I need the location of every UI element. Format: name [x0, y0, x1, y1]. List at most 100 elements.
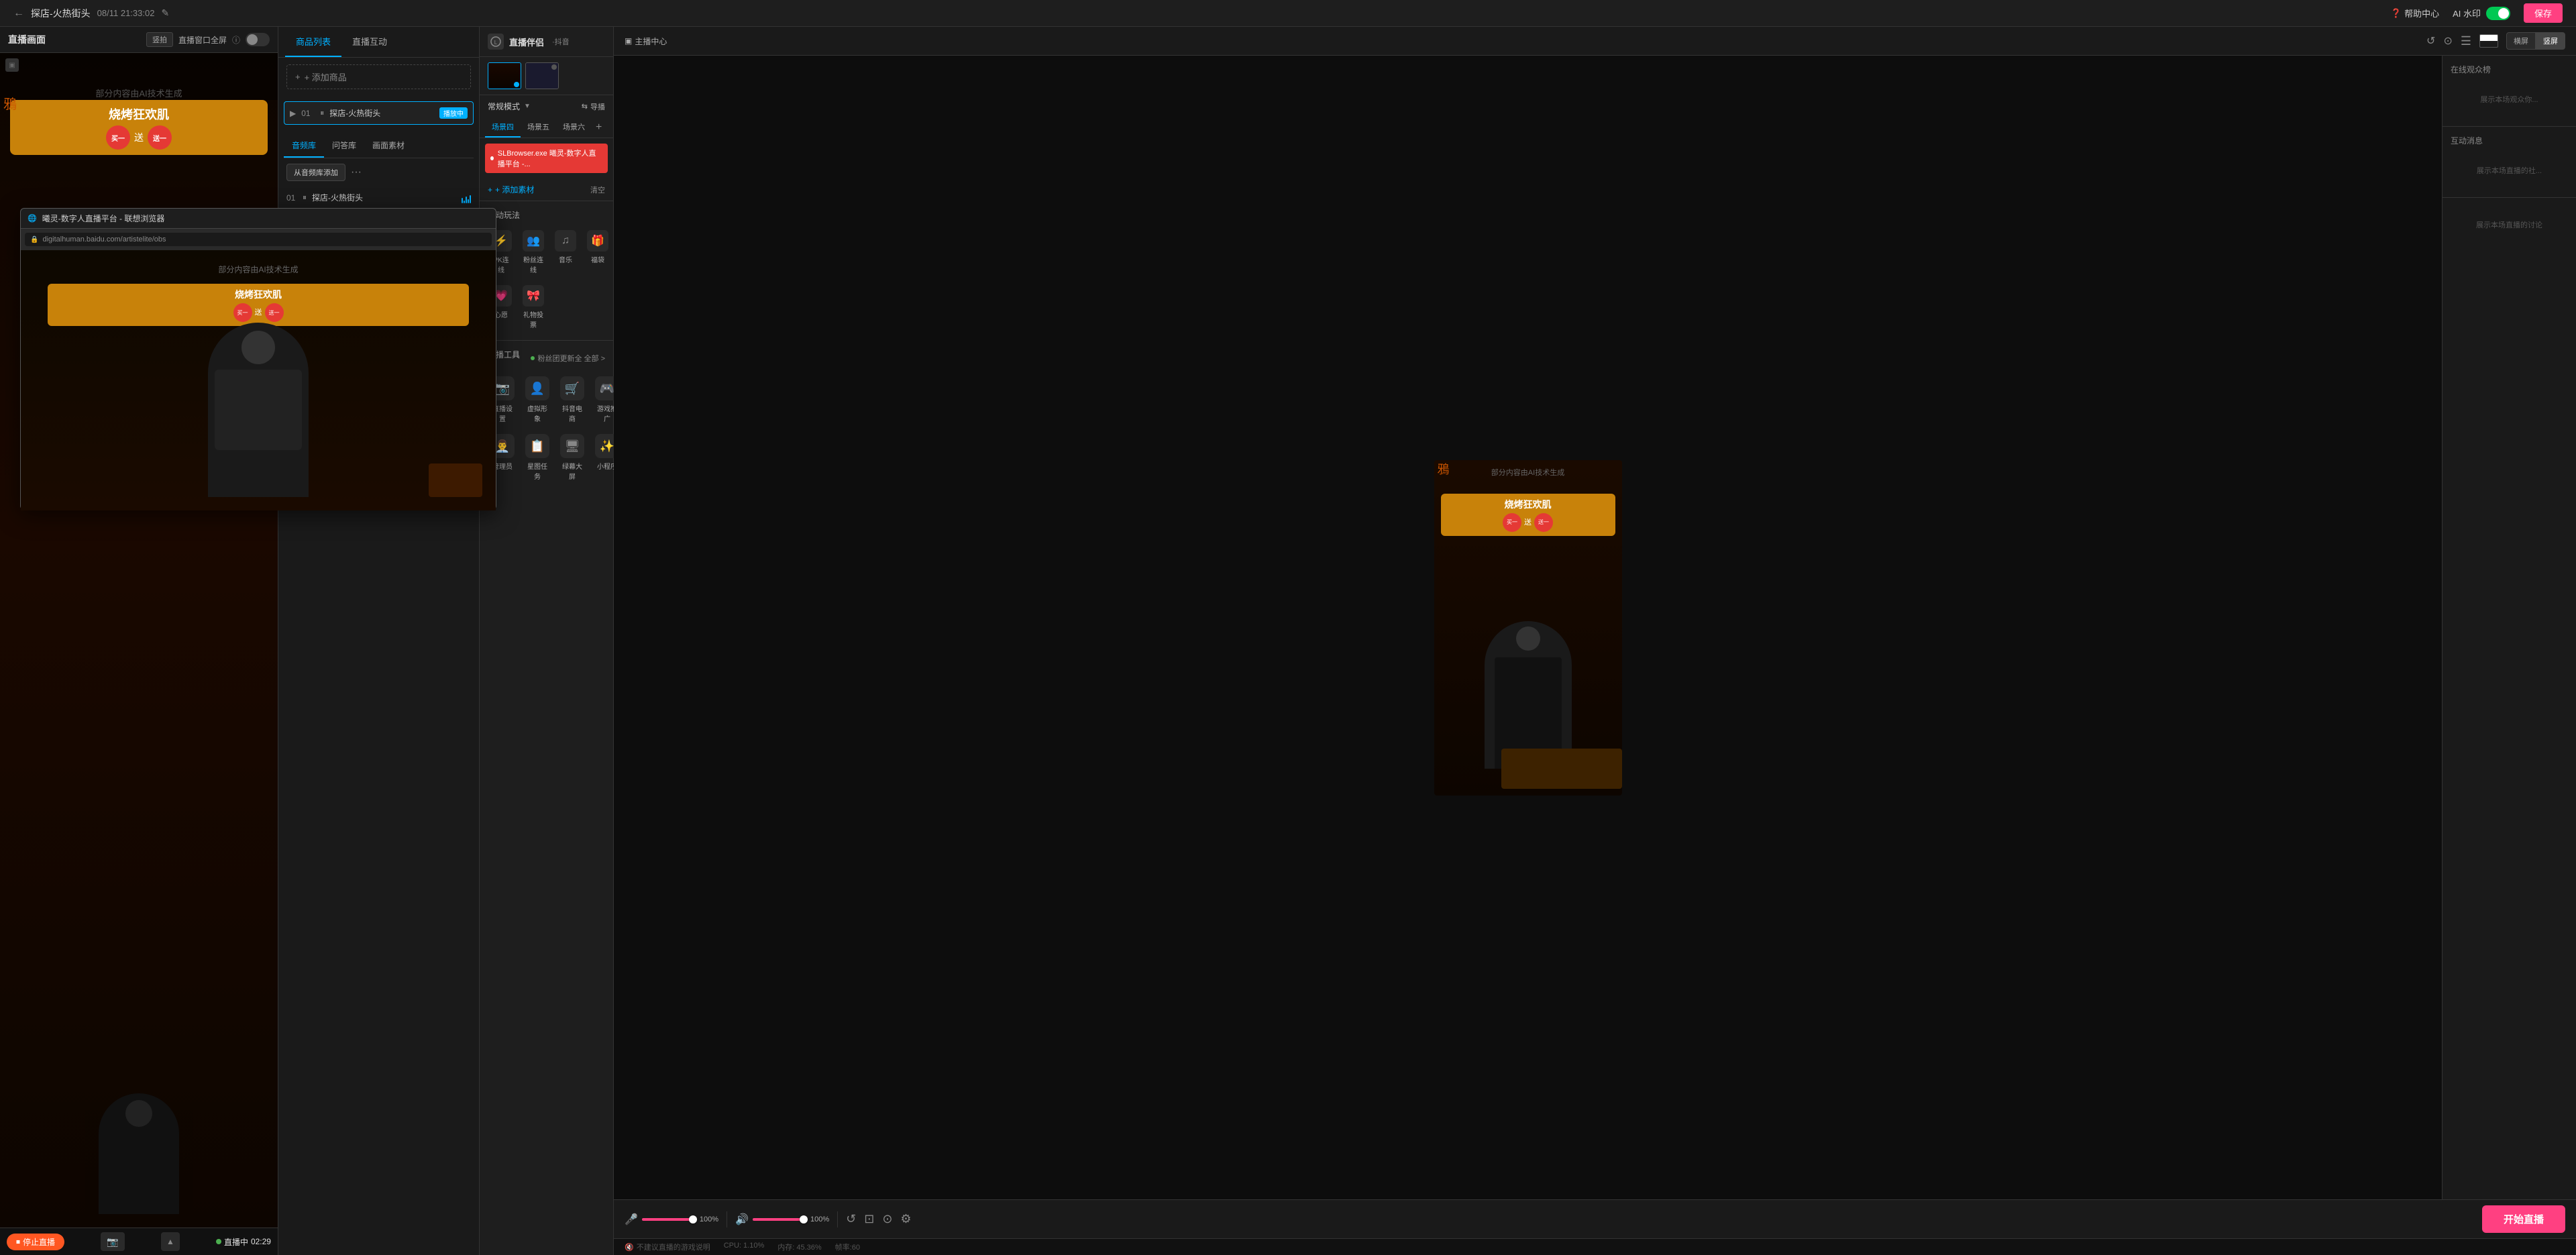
- audio-number: 01: [286, 193, 297, 203]
- left-panel-header: 直播画面 竖拍 直播窗口全屏 ⓘ: [0, 27, 278, 53]
- browser-content: 部分内容由AI技术生成 烧烤狂欢肌 买一 送 送一: [21, 250, 496, 510]
- camera-button[interactable]: 📷: [101, 1232, 125, 1251]
- play-icon[interactable]: ▶: [290, 109, 296, 118]
- right-panel: ▣ 主播中心 ↺ ⊙ ☰ 横屏 竖屏 部分内容由AI技术生成: [614, 27, 2576, 1255]
- browser-title: 曦灵-数字人直播平台 - 联想浏览器: [42, 213, 165, 224]
- method-vote[interactable]: 🎀 礼物投票: [520, 282, 547, 332]
- food-plate: [429, 463, 482, 497]
- tool-virtual-avatar[interactable]: 👤 虚拟形象: [523, 374, 552, 426]
- speaker-volume-slider[interactable]: [753, 1218, 806, 1221]
- companion-header: L 直播伴侣 ·抖音: [480, 27, 613, 57]
- tool-ecommerce[interactable]: 🛒 抖音电商: [557, 374, 587, 426]
- more-button[interactable]: ···: [351, 166, 362, 178]
- clear-button[interactable]: 清空: [590, 184, 605, 195]
- svg-text:L: L: [494, 40, 498, 46]
- top-bar-right: ❓ 帮助中心 AI 水印 保存: [2391, 3, 2563, 23]
- menu-icon[interactable]: ☰: [2461, 34, 2471, 48]
- refresh-stream-button[interactable]: ↺: [846, 1212, 856, 1226]
- edit-icon[interactable]: ✎: [161, 7, 169, 19]
- mic-icon[interactable]: 🎤: [625, 1213, 638, 1226]
- save-button[interactable]: 保存: [2524, 3, 2563, 23]
- scene-item[interactable]: ▶ 01 ⏸ 探店-火热街头 播放中: [284, 101, 474, 125]
- help-center-button[interactable]: ❓ 帮助中心: [2391, 7, 2439, 19]
- audio-pause-icon[interactable]: ⏸: [303, 193, 307, 203]
- scene-tab-6[interactable]: 场景六: [556, 117, 592, 138]
- right-content: 部分内容由AI技术生成 烧烤狂欢肌 买一 送 送一 鴉: [614, 56, 2576, 1199]
- speaker-section: 🔊 100%: [735, 1213, 829, 1226]
- vertical-view-btn[interactable]: 竖屏: [2536, 32, 2565, 50]
- right-header: ▣ 主播中心 ↺ ⊙ ☰ 横屏 竖屏: [614, 27, 2576, 56]
- more-settings-button[interactable]: ⚙: [900, 1212, 911, 1226]
- tab-interact[interactable]: 直播互动: [341, 27, 398, 57]
- audio-library-button[interactable]: 从音频库添加: [286, 164, 345, 181]
- pause-icon[interactable]: ⏸: [320, 108, 324, 118]
- warn-icon: 🔇: [625, 1243, 634, 1252]
- mode-selector: 常规模式 ▼ ⇆ 导播: [480, 95, 613, 117]
- dropdown-arrow[interactable]: ▼: [524, 103, 531, 110]
- food-plate-right: [1501, 749, 1622, 789]
- bottom-controls: 🎤 100% 🔊 100% ↺ ⊡ ⊙ ⚙ 开始直播: [614, 1199, 2576, 1238]
- discuss-note: 展示本场直播的讨论: [2451, 206, 2568, 243]
- companion-title: 直播伴侣: [509, 36, 544, 48]
- fullscreen-toggle[interactable]: [246, 33, 270, 46]
- wish-label: 心愿: [494, 309, 508, 319]
- tools-grid: 📷 直播设置 👤 虚拟形象 🛒 抖音电商 🎮 游戏推广 👨‍💼: [488, 374, 605, 484]
- browser-addressbar[interactable]: 🔒 digitalhuman.baidu.com/artistelite/obs: [25, 233, 492, 246]
- mic-volume-pct: 100%: [700, 1215, 718, 1223]
- speaker-icon[interactable]: 🔊: [735, 1213, 749, 1226]
- star-tasks-icon: 📋: [525, 434, 549, 458]
- method-fans[interactable]: 👥 粉丝连线: [520, 227, 547, 277]
- record-button[interactable]: ⊙: [882, 1212, 892, 1226]
- top-bar: ← 探店-火热街头 08/11 21:33:02 ✎ ❓ 帮助中心 AI 水印 …: [0, 0, 2576, 27]
- mic-volume-handle[interactable]: [689, 1215, 697, 1223]
- right-main-preview: 部分内容由AI技术生成 烧烤狂欢肌 买一 送 送一 鴉: [614, 56, 2442, 1199]
- tool-green-screen[interactable]: 🖥 绿幕大屏: [557, 431, 587, 484]
- back-button[interactable]: ←: [13, 7, 24, 19]
- browser-favicon: 🌐: [28, 214, 37, 223]
- stop-live-button[interactable]: ⏹ 停止直播: [7, 1234, 64, 1250]
- info-icon[interactable]: ⓘ: [232, 34, 240, 46]
- ecommerce-icon: 🛒: [560, 376, 584, 400]
- scene-tab-5[interactable]: 场景五: [521, 117, 556, 138]
- mic-section: 🎤 100%: [625, 1213, 718, 1226]
- interaction-section: 互动消息 展示本场直播的社...: [2443, 127, 2576, 198]
- thumb-1[interactable]: [488, 62, 521, 89]
- tool-star-tasks[interactable]: 📋 星图任务: [523, 431, 552, 484]
- browser-popup: 🌐 曦灵-数字人直播平台 - 联想浏览器 🔒 digitalhuman.baid…: [20, 208, 496, 510]
- ai-watermark-switch[interactable]: [2486, 7, 2510, 20]
- screen-share-button[interactable]: ⊡: [864, 1212, 874, 1226]
- horizontal-view-btn[interactable]: 横屏: [2506, 32, 2536, 50]
- page-title: 探店-火热街头: [31, 7, 91, 20]
- add-scene-button[interactable]: +: [592, 121, 606, 133]
- settings-icon[interactable]: ⊙: [2443, 34, 2452, 48]
- companion-logo: L: [488, 34, 504, 50]
- start-live-button[interactable]: 开始直播: [2482, 1205, 2565, 1233]
- mic-volume-slider[interactable]: [642, 1218, 696, 1221]
- host-center-button[interactable]: ▣ 主播中心: [625, 36, 667, 47]
- thumb-2[interactable]: [525, 62, 559, 89]
- expand-icon: ▲: [166, 1237, 174, 1246]
- refresh-icon[interactable]: ↺: [2426, 34, 2435, 48]
- method-gift[interactable]: 🎁 福袋: [584, 227, 611, 277]
- gift-label: 福袋: [591, 254, 604, 264]
- speaker-volume-fill: [753, 1218, 806, 1221]
- tab-products[interactable]: 商品列表: [285, 27, 341, 57]
- speaker-volume-handle[interactable]: [800, 1215, 808, 1223]
- header-controls: 竖拍 直播窗口全屏 ⓘ: [146, 32, 270, 47]
- game-warning: 🔇 不建议直播的游戏说明: [625, 1242, 710, 1252]
- method-music[interactable]: ♫ 音乐: [552, 227, 579, 277]
- tab-qa-library[interactable]: 问答库: [324, 134, 364, 158]
- import-button[interactable]: ⇆ 导播: [582, 101, 605, 112]
- host-center-icon: ▣: [625, 36, 632, 46]
- lock-icon: 🔒: [30, 236, 38, 243]
- expand-button[interactable]: ▲: [161, 1232, 180, 1251]
- plus-icon: +: [488, 185, 492, 195]
- app-name: SLBrowser.exe 曦灵-数字人直播平台 -...: [498, 148, 602, 169]
- ratio-tag[interactable]: 竖拍: [146, 32, 173, 47]
- add-product-button[interactable]: + + 添加商品: [286, 64, 471, 89]
- tab-materials[interactable]: 画面素材: [364, 134, 413, 158]
- scene-tab-4[interactable]: 场景四: [485, 117, 521, 138]
- color-swatch[interactable]: [2479, 34, 2498, 48]
- add-material-button[interactable]: + + 添加素材: [488, 184, 534, 195]
- tab-audio-library[interactable]: 音频库: [284, 134, 324, 158]
